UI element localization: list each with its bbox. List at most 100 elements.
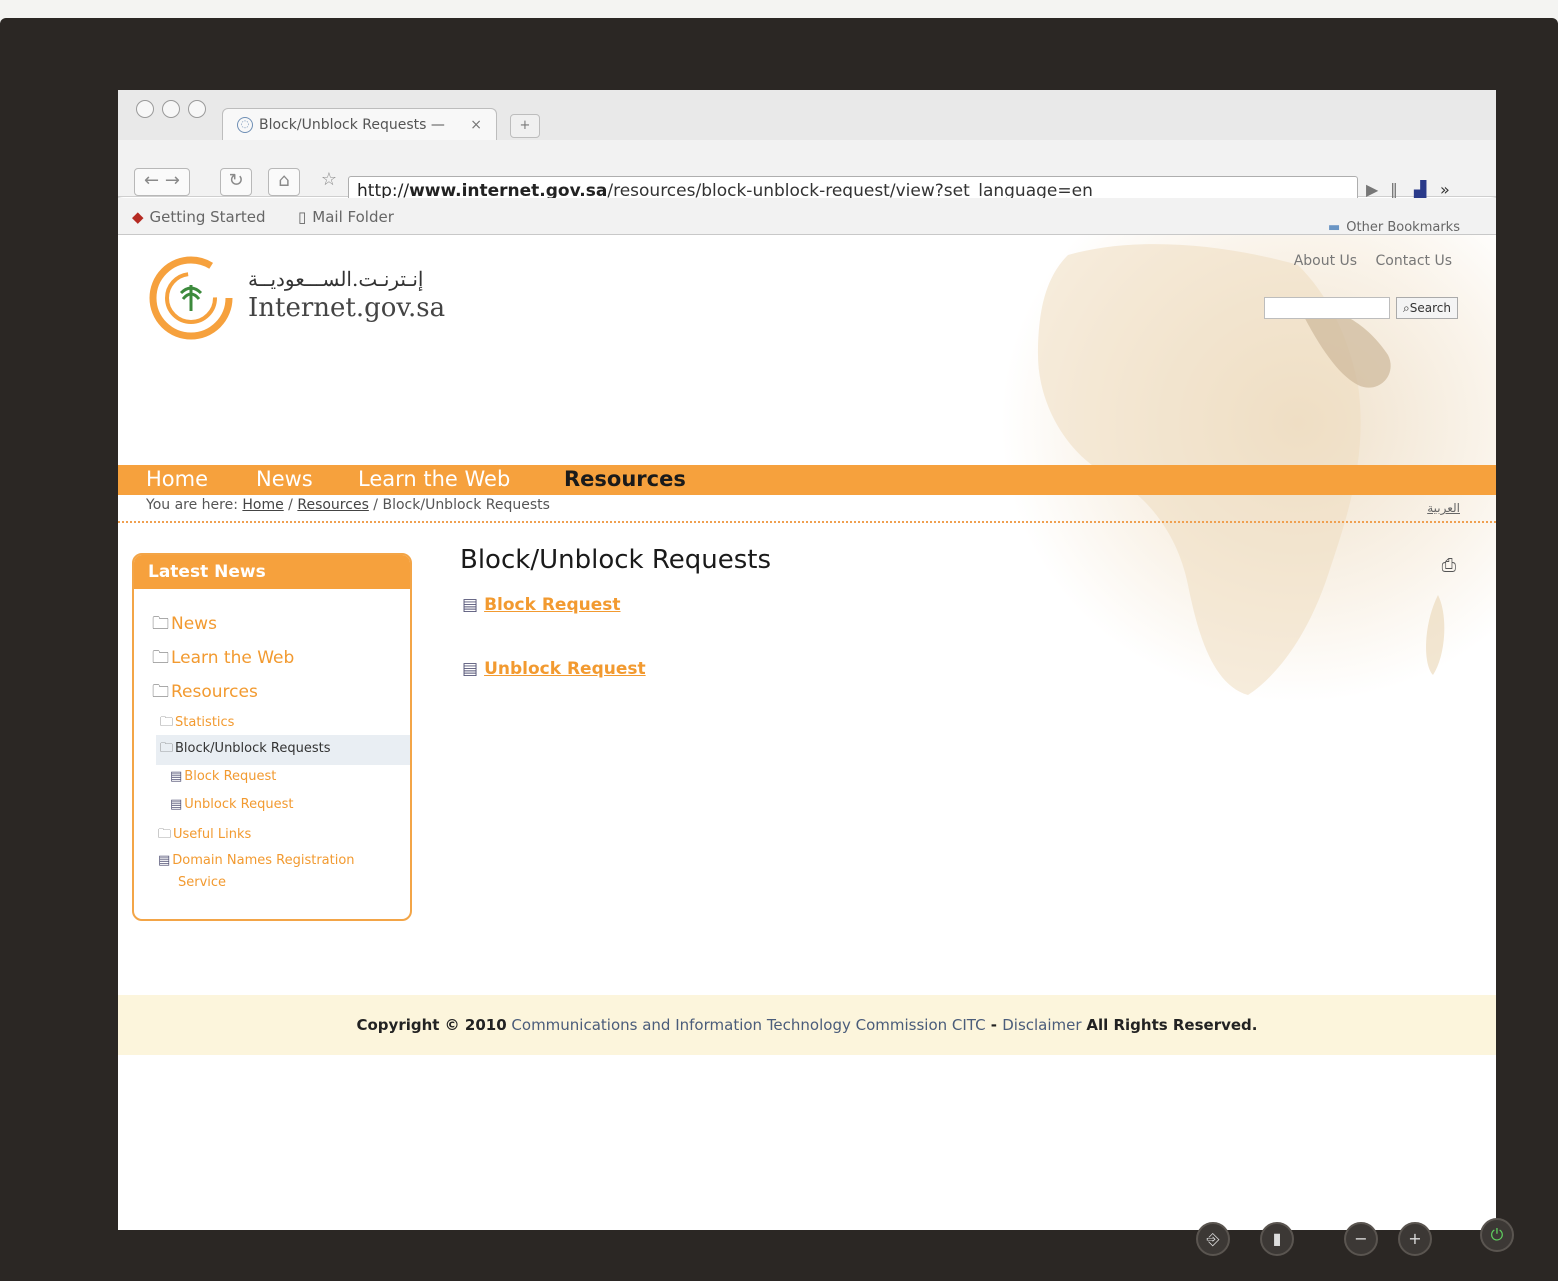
monitor-minus-icon[interactable]: −	[1344, 1222, 1378, 1256]
top-links: About Us Contact Us	[1280, 253, 1452, 269]
search-button-label: Search	[1409, 301, 1451, 315]
folder-icon: 🗀	[152, 614, 169, 634]
logo-arabic-text: إنـترنـت.الســـعوديــة	[248, 267, 424, 291]
document-icon: ▤	[170, 769, 183, 784]
portlet-item-label: Block Request	[184, 769, 277, 784]
portlet-item-domain-names[interactable]: ▤ Domain Names Registration	[158, 853, 355, 868]
nav-resources[interactable]: Resources	[564, 467, 686, 491]
bookmark-getting-started[interactable]: ◆ Getting Started	[132, 208, 266, 226]
close-window-button[interactable]	[136, 100, 154, 118]
portlet-item-label: Resources	[171, 682, 258, 702]
play-icon[interactable]: ▶	[1366, 180, 1378, 199]
about-us-link[interactable]: About Us	[1294, 253, 1357, 269]
search-input[interactable]	[1264, 297, 1390, 319]
unblock-request-label: Unblock Request	[484, 659, 646, 679]
folder-icon: 🗀	[152, 682, 169, 702]
dotted-divider	[118, 521, 1496, 523]
folder-icon: 🗀	[152, 648, 169, 668]
nav-home[interactable]: Home	[146, 467, 208, 491]
portlet-item-label: Statistics	[175, 715, 235, 730]
search-button[interactable]: ⌕Search	[1396, 297, 1458, 319]
minimize-window-button[interactable]	[162, 100, 180, 118]
document-icon: ▤	[462, 659, 479, 679]
tab-close-icon[interactable]: ×	[470, 109, 482, 140]
document-icon: ▤	[158, 853, 171, 868]
magnifier-icon: ⌕	[1403, 301, 1410, 315]
page-icon: ▯	[298, 208, 307, 226]
footer-rights: All Rights Reserved.	[1086, 1016, 1258, 1034]
monitor-bezel: ◌ Block/Unblock Requests — × + ← → ↻ ⌂ ☆…	[0, 18, 1558, 1281]
power-icon[interactable]: ⏻	[1480, 1218, 1514, 1252]
document-icon: ▤	[462, 595, 479, 615]
portlet-item-label: Useful Links	[173, 827, 252, 842]
portlet-item-label: Service	[178, 875, 227, 890]
folder-icon: 🗀	[160, 715, 174, 730]
bookmark-label: Getting Started	[149, 208, 266, 226]
portlet-item-news[interactable]: 🗀 News	[152, 611, 217, 640]
nav-learn-the-web[interactable]: Learn the Web	[358, 467, 510, 491]
breadcrumb-home[interactable]: Home	[242, 497, 283, 513]
portlet-item-label: News	[171, 614, 217, 634]
portlet-item-learn-the-web[interactable]: 🗀 Learn the Web	[152, 645, 294, 674]
star-icon[interactable]: ☆	[314, 168, 344, 194]
latest-news-portlet: Latest News 🗀 News 🗀 Learn the Web 🗀 Resour…	[132, 553, 412, 921]
monitor-input-icon[interactable]: ⎆	[1196, 1222, 1230, 1256]
portlet-item-domain-names-cont[interactable]: Service	[178, 875, 226, 890]
footer-org-link[interactable]: Communications and Information Technolog…	[511, 1016, 985, 1034]
page-title: Block/Unblock Requests	[460, 545, 771, 575]
firefox-icon: ◆	[132, 208, 144, 226]
nav-news[interactable]: News	[256, 467, 313, 491]
site-logo	[149, 256, 233, 340]
portlet-item-block-request[interactable]: ▤ Block Request	[170, 769, 276, 784]
tab-title: Block/Unblock Requests —	[259, 117, 445, 133]
window-controls	[136, 100, 206, 118]
new-tab-button[interactable]: +	[510, 114, 540, 138]
logo-english-text: Internet.gov.sa	[248, 293, 446, 323]
bookmarks-bar: ◆ Getting Started ▯ Mail Folder ▬ Other Boo…	[118, 198, 1496, 235]
web-page: إنـترنـت.الســـعوديــة Internet.gov.sa A…	[118, 235, 1496, 1230]
zoom-window-button[interactable]	[188, 100, 206, 118]
portlet-item-label: Domain Names Registration	[172, 853, 355, 868]
other-bookmarks[interactable]: ▬ Other Bookmarks	[1328, 220, 1460, 235]
language-switch-link[interactable]: العربية	[1427, 501, 1460, 515]
browser-screen: ◌ Block/Unblock Requests — × + ← → ↻ ⌂ ☆…	[118, 90, 1496, 1230]
document-icon: ▤	[170, 797, 183, 812]
reload-icon[interactable]: ↻	[220, 168, 252, 196]
back-forward-buttons[interactable]: ← →	[134, 168, 190, 196]
block-request-link[interactable]: ▤ Block Request	[462, 595, 621, 615]
folder-icon: ▬	[1328, 220, 1341, 235]
monitor-menu-icon[interactable]: ▮	[1260, 1222, 1294, 1256]
chevron-more-icon[interactable]: »	[1440, 180, 1450, 199]
portlet-item-label: Learn the Web	[171, 648, 295, 668]
unblock-request-link[interactable]: ▤ Unblock Request	[462, 659, 646, 679]
portlet-item-label: Block/Unblock Requests	[175, 741, 331, 756]
bookmark-mail-folder[interactable]: ▯ Mail Folder	[298, 208, 394, 226]
contact-us-link[interactable]: Contact Us	[1376, 253, 1452, 269]
block-request-label: Block Request	[484, 595, 621, 615]
portlet-item-block-unblock-requests[interactable]: 🗀 Block/Unblock Requests	[156, 735, 410, 765]
back-icon[interactable]: ←	[144, 170, 159, 191]
footer-copyright: Copyright © 2010	[356, 1016, 507, 1034]
other-bookmarks-label: Other Bookmarks	[1346, 220, 1460, 235]
page-footer: Copyright © 2010 Communications and Info…	[118, 995, 1496, 1055]
home-icon[interactable]: ⌂	[268, 168, 300, 196]
breadcrumb-resources[interactable]: Resources	[297, 497, 369, 513]
portlet-item-resources[interactable]: 🗀 Resources	[152, 679, 258, 708]
extension-icon[interactable]: ▟	[1414, 180, 1426, 199]
main-navigation: Home News Learn the Web Resources	[118, 465, 1496, 495]
print-icon[interactable]: ⎙	[1442, 555, 1456, 576]
portlet-item-unblock-request[interactable]: ▤ Unblock Request	[170, 797, 293, 812]
monitor-plus-icon[interactable]: +	[1398, 1222, 1432, 1256]
folder-icon: 🗀	[160, 741, 174, 756]
footer-disclaimer-link[interactable]: Disclaimer	[1002, 1016, 1081, 1034]
tab-bar: ◌ Block/Unblock Requests — × +	[118, 90, 1496, 140]
footer-separator: -	[985, 1016, 1003, 1034]
bookmark-label: Mail Folder	[312, 208, 394, 226]
browser-tab[interactable]: ◌ Block/Unblock Requests — ×	[222, 108, 497, 140]
portlet-item-statistics[interactable]: 🗀 Statistics	[160, 713, 234, 735]
divider-icon: ‖	[1390, 180, 1398, 199]
breadcrumb: You are here: Home / Resources / Block/U…	[146, 497, 550, 513]
breadcrumb-current: Block/Unblock Requests	[382, 497, 550, 513]
forward-icon[interactable]: →	[165, 170, 180, 191]
portlet-item-useful-links[interactable]: 🗀 Useful Links	[158, 825, 251, 847]
